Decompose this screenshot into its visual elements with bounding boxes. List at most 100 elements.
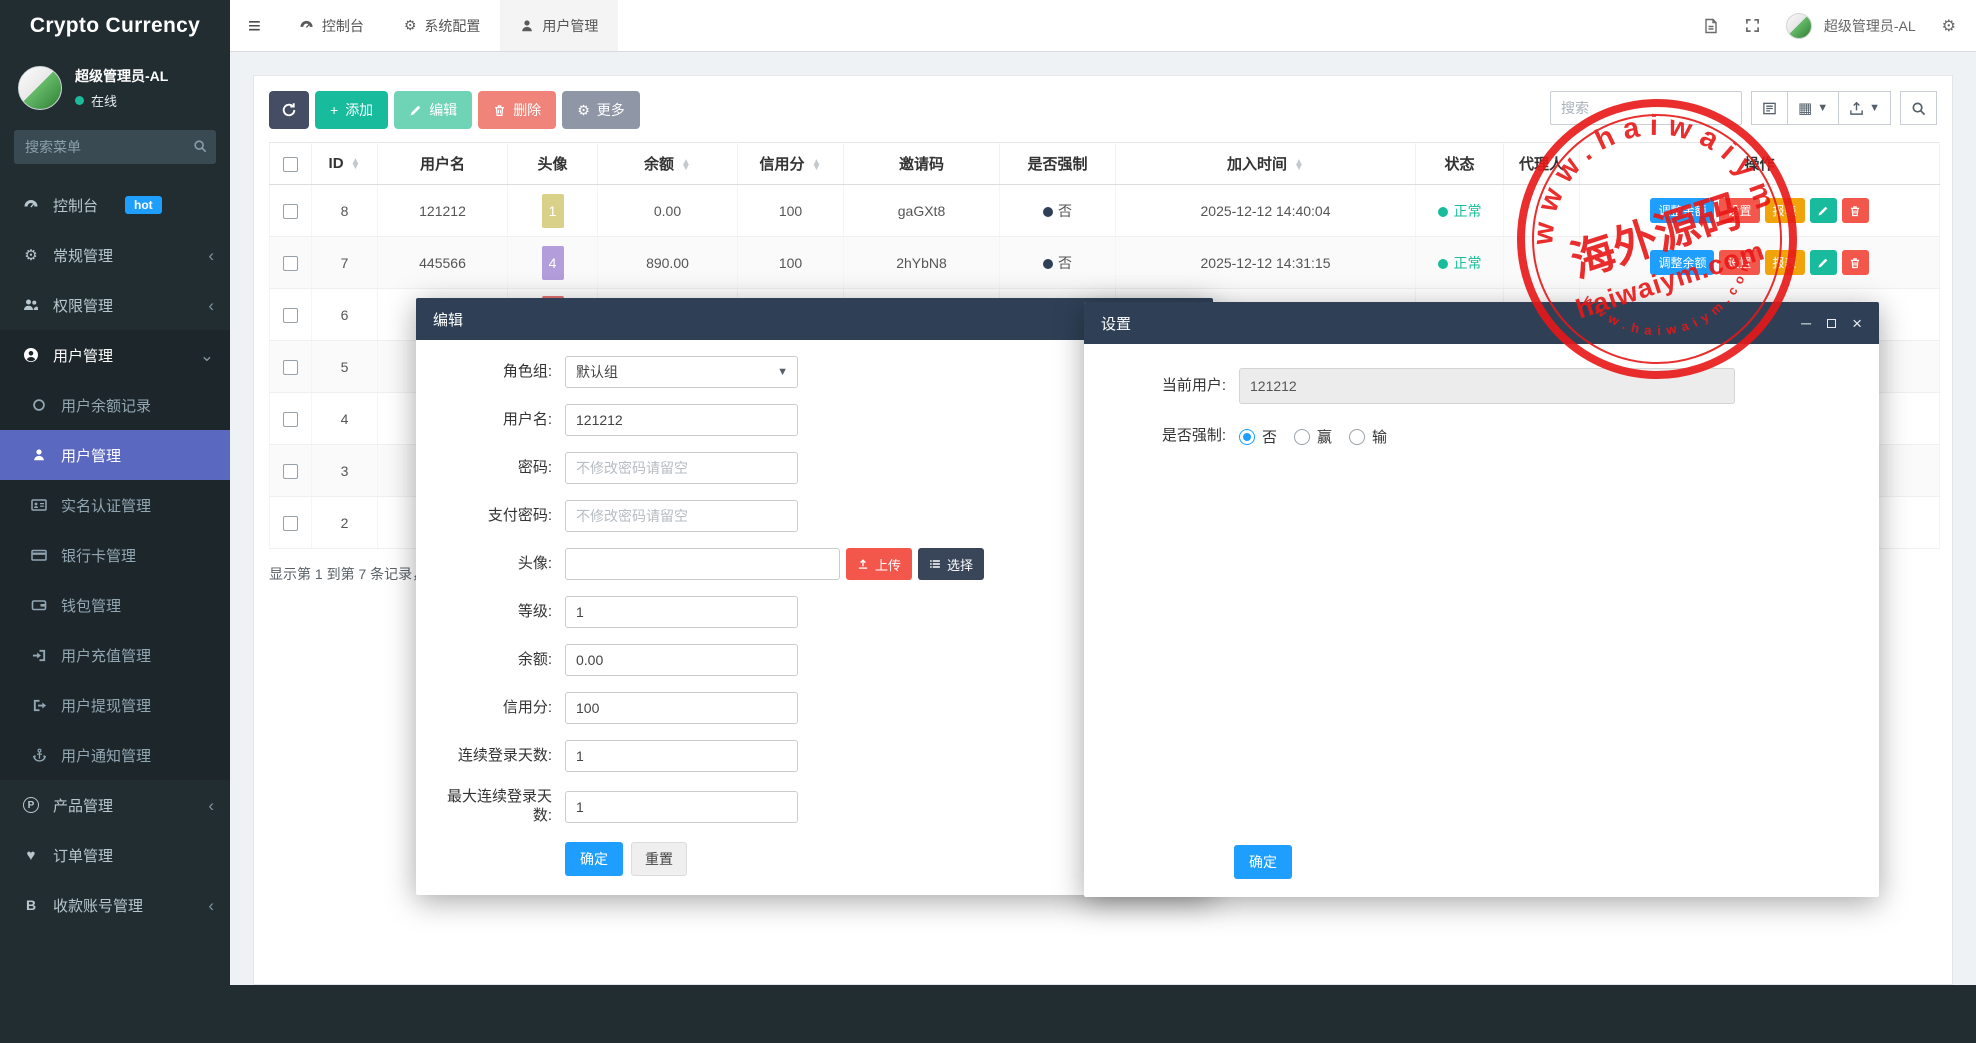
tab-system-config[interactable]: ⚙ 系统配置 — [384, 0, 501, 51]
radio-lose[interactable]: 输 — [1349, 426, 1387, 447]
sidebar-subitem-balance-log[interactable]: 用户余额记录 — [0, 380, 230, 430]
delete-button[interactable]: 删除 — [478, 91, 556, 129]
row-checkbox[interactable] — [283, 412, 298, 427]
sidebar-subitem-bankcard[interactable]: 银行卡管理 — [0, 530, 230, 580]
sidebar-subitem-realname[interactable]: 实名认证管理 — [0, 480, 230, 530]
settings-modal-header[interactable]: 设置 ─ × — [1084, 302, 1879, 344]
sidebar-item-users[interactable]: 用户管理 ⌄ — [0, 330, 230, 380]
avatar[interactable] — [1786, 13, 1812, 39]
edit-button[interactable]: 编辑 — [394, 91, 472, 129]
more-button[interactable]: ⚙更多 — [562, 91, 640, 129]
radio-win[interactable]: 赢 — [1294, 426, 1332, 447]
pencil-icon — [409, 104, 422, 117]
setting-button[interactable]: 设置 — [1719, 198, 1759, 223]
tab-user-manage[interactable]: 用户管理 — [500, 0, 618, 51]
row-checkbox[interactable] — [283, 256, 298, 271]
credit-field[interactable] — [565, 692, 798, 724]
sidebar-subitem-withdraw[interactable]: 用户提现管理 — [0, 680, 230, 730]
report-button[interactable]: 报表 — [1765, 250, 1805, 275]
password-field[interactable] — [565, 452, 798, 484]
sidebar-subitem-notice[interactable]: 用户通知管理 — [0, 730, 230, 780]
row-checkbox[interactable] — [283, 308, 298, 323]
refresh-button[interactable] — [269, 91, 309, 129]
username-field[interactable] — [565, 404, 798, 436]
sidebar-item-label: 用户余额记录 — [61, 395, 151, 416]
sidebar-subitem-recharge[interactable]: 用户充值管理 — [0, 630, 230, 680]
row-delete-button[interactable] — [1842, 250, 1869, 275]
row-edit-button[interactable] — [1810, 250, 1837, 275]
sidebar-item-payment-account[interactable]: B 收款账号管理 ‹ — [0, 880, 230, 930]
col-join-time[interactable]: 加入时间▲▼ — [1116, 143, 1416, 185]
col-status[interactable]: 状态 — [1416, 143, 1504, 185]
sidebar-subitem-wallet[interactable]: 钱包管理 — [0, 580, 230, 630]
table-search-input[interactable] — [1550, 91, 1742, 125]
row-checkbox[interactable] — [283, 204, 298, 219]
col-invite[interactable]: 邀请码 — [844, 143, 1000, 185]
select-all-checkbox[interactable] — [283, 157, 298, 172]
col-id[interactable]: ID▲▼ — [312, 143, 378, 185]
detail-view-button[interactable] — [1751, 91, 1788, 125]
reset-button[interactable]: 重置 — [631, 842, 687, 876]
export-button[interactable]: ▼ — [1839, 91, 1891, 125]
col-balance[interactable]: 余额▲▼ — [598, 143, 738, 185]
sidebar-item-label: 用户管理 — [53, 345, 113, 366]
sidebar-item-permission[interactable]: 权限管理 ‹ — [0, 280, 230, 330]
login-days-field[interactable] — [565, 740, 798, 772]
sidebar-item-product[interactable]: P 产品管理 ‹ — [0, 780, 230, 830]
col-agent[interactable]: 代理人 — [1504, 143, 1580, 185]
sidebar-item-general[interactable]: ⚙ 常规管理 ‹ — [0, 230, 230, 280]
tab-console[interactable]: 控制台 — [279, 0, 384, 51]
search-toggle-button[interactable] — [1900, 91, 1937, 125]
setting-button[interactable]: 设置 — [1719, 250, 1759, 275]
settings-modal-body: 当前用户: 是否强制: 否 赢 输 — [1084, 344, 1879, 479]
sidebar-item-console[interactable]: 控制台 hot — [0, 180, 230, 230]
id-card-icon — [30, 497, 48, 513]
status-dot-icon — [1438, 259, 1448, 269]
radio-no[interactable]: 否 — [1239, 426, 1277, 447]
confirm-button[interactable]: 确定 — [1234, 845, 1292, 879]
hot-badge: hot — [125, 196, 162, 214]
confirm-button[interactable]: 确定 — [565, 842, 623, 876]
sidebar-search-input[interactable] — [14, 130, 216, 164]
gears-icon[interactable]: ⚙ — [1942, 16, 1956, 36]
row-edit-button[interactable] — [1810, 198, 1837, 223]
row-checkbox[interactable] — [283, 464, 298, 479]
balance-field[interactable] — [565, 644, 798, 676]
clear-cache-icon[interactable] — [1703, 18, 1719, 34]
pay-password-field[interactable] — [565, 500, 798, 532]
hamburger-icon[interactable]: ≡ — [230, 0, 279, 51]
sidebar-item-label: 收款账号管理 — [53, 895, 143, 916]
sidebar: Crypto Currency 超级管理员-AL 在线 控制台 hot ⚙ 常规… — [0, 0, 230, 1043]
add-button[interactable]: +添加 — [315, 91, 388, 129]
report-button[interactable]: 报表 — [1765, 198, 1805, 223]
row-delete-button[interactable] — [1842, 198, 1869, 223]
adjust-balance-button[interactable]: 调整余额 — [1650, 250, 1714, 275]
adjust-balance-button[interactable]: 调整余额 — [1650, 198, 1714, 223]
choose-button[interactable]: 选择 — [918, 548, 984, 580]
navbar-username[interactable]: 超级管理员-AL — [1824, 16, 1916, 36]
grid-icon: ▦ — [1798, 99, 1812, 117]
avatar: 4 — [542, 246, 564, 280]
user-name: 超级管理员-AL — [75, 66, 168, 86]
credit-label: 信用分: — [440, 699, 552, 718]
chevron-left-icon: ‹ — [208, 797, 214, 814]
avatar-field[interactable] — [565, 548, 840, 580]
max-login-days-field[interactable] — [565, 791, 798, 823]
columns-button[interactable]: ▦▼ — [1788, 91, 1839, 125]
upload-button[interactable]: 上传 — [846, 548, 912, 580]
col-credit[interactable]: 信用分▲▼ — [738, 143, 844, 185]
close-icon[interactable]: × — [1852, 315, 1862, 332]
row-checkbox[interactable] — [283, 516, 298, 531]
row-checkbox[interactable] — [283, 360, 298, 375]
maximize-icon[interactable] — [1827, 319, 1836, 328]
col-username[interactable]: 用户名 — [378, 143, 508, 185]
level-field[interactable] — [565, 596, 798, 628]
minimize-icon[interactable]: ─ — [1801, 316, 1811, 330]
settings-modal: 设置 ─ × 当前用户: 是否强制: 否 赢 输 确定 — [1084, 302, 1879, 897]
sidebar-item-order[interactable]: ♥ 订单管理 — [0, 830, 230, 880]
table-row: 8 121212 1 0.00 100 gaGXt8 否 2025-12-12 … — [270, 185, 1940, 237]
role-group-select[interactable]: 默认组▼ — [565, 356, 798, 388]
fullscreen-icon[interactable] — [1745, 18, 1760, 33]
col-forced[interactable]: 是否强制 — [1000, 143, 1116, 185]
sidebar-subitem-user-manage[interactable]: 用户管理 — [0, 430, 230, 480]
